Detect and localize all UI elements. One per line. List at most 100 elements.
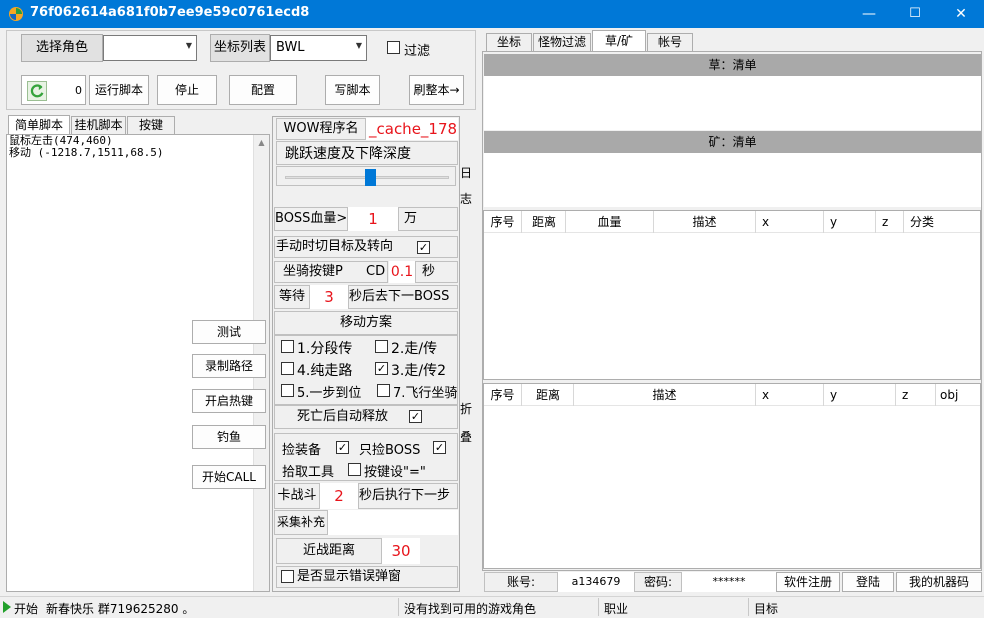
wait-input[interactable]: 3 (310, 285, 348, 309)
pick-equip-label: 捡装备 (282, 443, 322, 458)
auto-release-checkbox[interactable]: ✓ (409, 410, 422, 423)
tab-account[interactable]: 帐号 (647, 33, 693, 52)
pick-boss-checkbox[interactable]: ✓ (433, 441, 446, 454)
stuck-input[interactable]: 2 (320, 483, 358, 509)
col-x[interactable]: x (756, 384, 824, 406)
coord-list-select[interactable]: BWL ▼ (270, 35, 367, 61)
opt5-checkbox[interactable] (281, 384, 294, 397)
minimize-button[interactable]: — (846, 0, 892, 28)
opt7-checkbox[interactable] (377, 384, 390, 397)
stop-button[interactable]: 停止 (157, 75, 217, 105)
col-index[interactable]: 序号 (484, 384, 522, 406)
account-label: 账号: (484, 572, 558, 592)
col-z[interactable]: z (896, 384, 936, 406)
close-button[interactable]: ✕ (938, 0, 984, 28)
melee-distance-input[interactable]: 30 (382, 538, 420, 564)
select-role-button[interactable]: 选择角色 (21, 34, 103, 62)
register-button[interactable]: 软件注册 (776, 572, 840, 592)
record-path-button[interactable]: 录制路径 (192, 354, 266, 378)
opt4-checkbox[interactable] (281, 362, 294, 375)
opt2-label: 2.走/传 (391, 341, 438, 357)
log-vertical-label: 日志 (459, 166, 472, 206)
coord-list-button[interactable]: 坐标列表 (210, 34, 270, 62)
col-index[interactable]: 序号 (484, 211, 522, 233)
login-button[interactable]: 登陆 (842, 572, 894, 592)
wow-process-input[interactable]: _cache_178 (366, 118, 458, 140)
tab-keys[interactable]: 按键 (127, 116, 175, 135)
tab-simple-script[interactable]: 简单脚本 (8, 115, 70, 135)
write-script-button[interactable]: 写脚本 (325, 75, 380, 105)
tab-monster-filter[interactable]: 怪物过滤 (533, 33, 591, 52)
auto-release-label: 死亡后自动释放 (274, 405, 458, 429)
col-distance[interactable]: 距离 (522, 384, 574, 406)
password-input[interactable]: ****** (682, 572, 776, 592)
chevron-up-icon[interactable]: ▲ (254, 135, 269, 147)
col-y[interactable]: y (824, 211, 876, 233)
script-line: 移动 (-1218.7,1511,68.5) (9, 146, 164, 159)
opt2-checkbox[interactable] (375, 340, 388, 353)
role-select[interactable]: ▼ (103, 35, 197, 61)
run-script-button[interactable]: 运行脚本 (89, 75, 149, 105)
pick-tool-label: 拾取工具 (282, 465, 335, 480)
boss-hp-input[interactable]: 1 (348, 207, 398, 231)
herb-list-header: 草：清单 (484, 54, 981, 76)
status-target: 目标 (754, 602, 779, 616)
col-description[interactable]: 描述 (574, 384, 756, 406)
tab-herb-ore[interactable]: 草/矿 (592, 30, 646, 52)
col-category[interactable]: 分类 (904, 211, 980, 233)
test-button[interactable]: 测试 (192, 320, 266, 344)
status-greeting: 新春快乐 群719625280 。 (46, 602, 195, 616)
col-description[interactable]: 描述 (654, 211, 756, 233)
tab-coords[interactable]: 坐标 (486, 33, 532, 52)
col-y[interactable]: y (824, 384, 896, 406)
col-x[interactable]: x (756, 211, 824, 233)
opt3-checkbox[interactable]: ✓ (375, 362, 388, 375)
monster-table[interactable]: 序号 距离 血量 描述 x y z 分类 (483, 210, 981, 380)
move-plan-label: 移动方案 (274, 311, 458, 335)
counter-box: 0 (21, 75, 86, 105)
maximize-button[interactable]: ☐ (892, 0, 938, 28)
opt1-checkbox[interactable] (281, 340, 294, 353)
object-table[interactable]: 序号 距离 描述 x y z obj (483, 383, 981, 569)
col-z[interactable]: z (876, 211, 904, 233)
jump-speed-slider[interactable] (276, 166, 456, 186)
stuck-label: 卡战斗 (274, 483, 320, 509)
cd-input[interactable]: 0.1 (389, 261, 415, 283)
melee-distance-label: 近战距离 (276, 538, 382, 564)
start-call-button[interactable]: 开始CALL (192, 465, 266, 489)
pick-boss-label: 只捡BOSS (359, 443, 421, 458)
machine-code-button[interactable]: 我的机器码 (896, 572, 982, 592)
stuck-after-label: 秒后执行下一步 (358, 483, 458, 509)
col-hp[interactable]: 血量 (566, 211, 654, 233)
ore-list[interactable] (484, 153, 981, 207)
fishing-button[interactable]: 钓鱼 (192, 425, 266, 449)
gather-input[interactable] (328, 510, 458, 535)
manual-switch-checkbox[interactable]: ✓ (417, 241, 430, 254)
cd-label: CD (366, 264, 386, 279)
fold-vertical-label: 折叠 (459, 402, 472, 444)
divider (598, 598, 599, 616)
slider-thumb[interactable] (365, 169, 377, 186)
refresh-script-button[interactable]: 刷整本→ (409, 75, 464, 105)
tab-idle-script[interactable]: 挂机脚本 (71, 116, 126, 135)
filter-checkbox[interactable] (387, 41, 400, 54)
col-distance[interactable]: 距离 (522, 211, 566, 233)
config-button[interactable]: 配置 (229, 75, 297, 105)
opt1-label: 1.分段传 (297, 341, 353, 357)
chevron-down-icon: ▼ (355, 41, 362, 50)
pick-equip-checkbox[interactable]: ✓ (336, 441, 349, 454)
refresh-icon[interactable] (27, 81, 47, 101)
manual-switch-label: 手动时切目标及转向 (274, 236, 458, 258)
coord-list-value: BWL (276, 40, 305, 55)
account-input[interactable]: a134679 (558, 572, 634, 592)
key-set-checkbox[interactable] (348, 463, 361, 476)
status-game: 没有找到可用的游戏角色 (404, 602, 537, 616)
chevron-down-icon: ▼ (185, 41, 192, 50)
wait-label: 等待 (274, 285, 310, 309)
show-error-checkbox[interactable] (281, 570, 294, 583)
status-bar: 开始 新春快乐 群719625280 。 没有找到可用的游戏角色 职业 目标 (0, 596, 984, 618)
hotkey-button[interactable]: 开启热键 (192, 389, 266, 413)
col-obj[interactable]: obj (936, 384, 980, 406)
herb-list[interactable] (484, 76, 981, 130)
table-header-row: 序号 距离 描述 x y z obj (484, 384, 980, 406)
